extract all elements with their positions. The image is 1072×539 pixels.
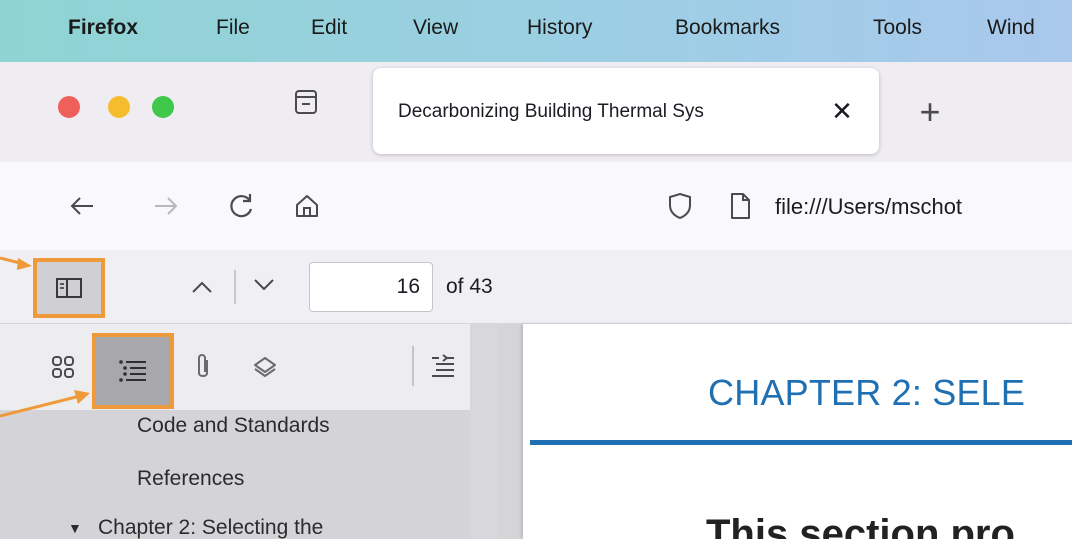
next-page-button[interactable] xyxy=(246,270,282,300)
back-arrow-icon xyxy=(70,197,93,215)
current-outline-item-icon xyxy=(432,354,454,377)
outline-item-code-and-standards[interactable]: Code and Standards xyxy=(137,414,330,438)
page-count-label: of 43 xyxy=(446,275,493,298)
menu-edit[interactable]: Edit xyxy=(311,16,347,40)
active-tab[interactable]: Decarbonizing Building Thermal Sys ✕ xyxy=(373,68,879,154)
pdf-toolbar xyxy=(0,250,1072,324)
menu-file[interactable]: File xyxy=(216,16,250,40)
menu-tools[interactable]: Tools xyxy=(873,16,922,40)
outline-icon xyxy=(119,360,146,382)
window-close-button[interactable] xyxy=(58,96,80,118)
outline-view-button[interactable] xyxy=(92,333,174,409)
page-body-text: This section pro xyxy=(706,512,1015,539)
tab-close-button[interactable]: ✕ xyxy=(827,94,857,128)
sidebar-toggle-icon xyxy=(56,278,82,298)
tab-list-button[interactable] xyxy=(286,80,326,124)
chevron-down-icon xyxy=(254,279,274,291)
sidebar-resizer[interactable] xyxy=(470,324,498,539)
chapter-heading: CHAPTER 2: SELE xyxy=(708,372,1026,413)
menu-bar: Firefox File Edit View History Bookmarks… xyxy=(0,0,1072,62)
home-button[interactable] xyxy=(287,186,327,226)
page-number-input[interactable] xyxy=(309,262,433,312)
new-tab-button[interactable]: + xyxy=(912,92,948,132)
home-icon xyxy=(296,195,318,217)
heading-rule xyxy=(530,440,1072,445)
forward-button[interactable] xyxy=(146,186,186,226)
sidebar-toggle-button[interactable] xyxy=(33,258,105,318)
menu-history[interactable]: History xyxy=(527,16,592,40)
previous-page-button[interactable] xyxy=(184,272,220,302)
page-icon xyxy=(731,193,750,219)
chevron-up-icon xyxy=(192,281,212,293)
tab-title: Decarbonizing Building Thermal Sys xyxy=(398,101,704,122)
menu-window[interactable]: Wind xyxy=(987,16,1035,40)
page-nav-divider xyxy=(234,270,236,304)
layers-icon xyxy=(254,357,276,377)
sidebar-toolbar-divider xyxy=(412,346,414,386)
tracking-shield-icon xyxy=(669,192,691,220)
find-current-outline-item-button[interactable] xyxy=(420,340,466,394)
outline-item-chapter-2[interactable]: Chapter 2: Selecting the xyxy=(98,516,323,539)
window-minimize-button[interactable] xyxy=(108,96,130,118)
attachments-icon xyxy=(198,354,208,377)
thumbnails-view-button[interactable] xyxy=(40,340,86,394)
menu-view[interactable]: View xyxy=(413,16,458,40)
forward-arrow-icon xyxy=(155,197,178,215)
window-zoom-button[interactable] xyxy=(152,96,174,118)
pdf-page xyxy=(523,324,1072,539)
reload-button[interactable] xyxy=(221,186,261,226)
menu-firefox[interactable]: Firefox xyxy=(68,16,138,40)
tab-list-icon xyxy=(295,90,317,114)
attachments-view-button[interactable] xyxy=(180,340,226,394)
site-info-button[interactable] xyxy=(720,186,760,226)
reload-icon xyxy=(230,194,253,218)
url-bar[interactable]: file:///Users/mschot xyxy=(775,194,962,220)
tracking-protection-button[interactable] xyxy=(660,186,700,226)
thumbnails-icon xyxy=(52,356,74,378)
menu-bookmarks[interactable]: Bookmarks xyxy=(675,16,780,40)
outline-item-references[interactable]: References xyxy=(137,467,244,491)
layers-view-button[interactable] xyxy=(242,340,288,394)
outline-expand-toggle[interactable]: ▼ xyxy=(68,520,82,536)
back-button[interactable] xyxy=(62,186,102,226)
